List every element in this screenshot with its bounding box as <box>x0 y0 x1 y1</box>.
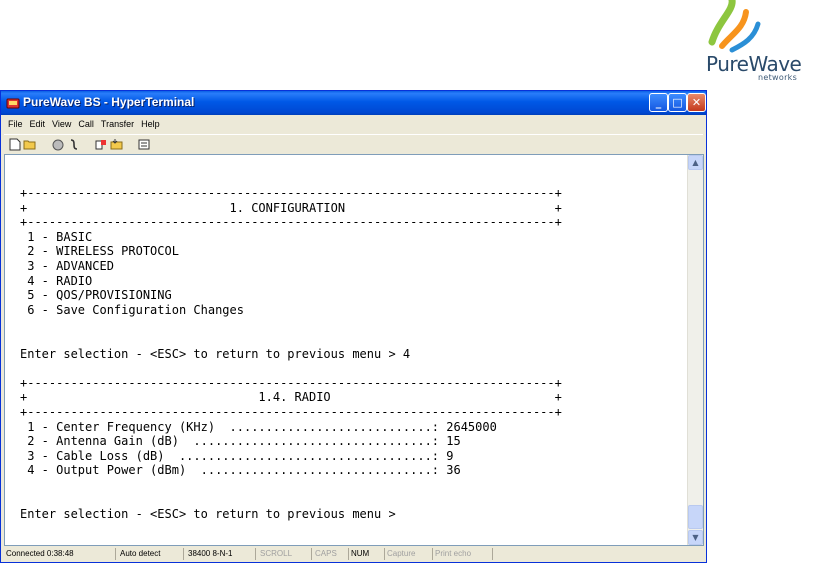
terminal-output: +---------------------------------------… <box>20 186 562 522</box>
maximize-button[interactable]: □ <box>668 93 687 112</box>
disconnect-icon[interactable] <box>67 138 81 151</box>
status-caps: CAPS <box>313 548 349 560</box>
status-scroll: SCROLL <box>258 548 312 560</box>
window-title: PureWave BS - HyperTerminal <box>23 95 195 109</box>
status-bar: Connected 0:38:48 Auto detect 38400 8-N-… <box>4 546 703 561</box>
new-connection-icon[interactable] <box>8 138 22 151</box>
title-bar[interactable]: PureWave BS - HyperTerminal _ □ ✕ <box>1 91 706 115</box>
connect-icon[interactable] <box>51 138 65 151</box>
radio-setting: 4 - Output Power (dBm) .................… <box>20 463 461 478</box>
purewave-logo: PureWave networks <box>698 0 813 90</box>
terminal-frame: +---------------------------------------… <box>4 154 704 546</box>
status-num: NUM <box>349 548 385 560</box>
hyperterminal-app-icon[interactable] <box>6 96 20 110</box>
terminal-line: +---------------------------------------… <box>20 186 562 200</box>
terminal-line: + 1. CONFIGURATION + <box>20 200 562 215</box>
menu-file[interactable]: File <box>4 115 26 129</box>
terminal-line: +---------------------------------------… <box>20 404 562 419</box>
menu-call[interactable]: Call <box>74 115 97 129</box>
menu-option: 2 - WIRELESS PROTOCOL <box>20 244 179 259</box>
open-icon[interactable] <box>23 138 37 151</box>
menu-view[interactable]: View <box>48 115 74 129</box>
status-port-settings: 38400 8-N-1 <box>186 548 256 560</box>
terminal-line: + 1.4. RADIO + <box>20 390 562 405</box>
logo-subtitle: networks <box>758 73 798 82</box>
menu-option: 4 - RADIO <box>20 273 93 288</box>
terminal-line: +---------------------------------------… <box>20 375 562 390</box>
logo-swoosh-icon <box>708 0 761 53</box>
close-button[interactable]: ✕ <box>687 93 706 112</box>
status-print-echo: Print echo <box>433 548 493 560</box>
scroll-thumb[interactable] <box>688 505 703 529</box>
menu-transfer[interactable]: Transfer <box>97 115 137 129</box>
menu-edit[interactable]: Edit <box>26 115 49 129</box>
scroll-up-icon[interactable]: ▲ <box>688 155 703 170</box>
terminal-screen[interactable]: +---------------------------------------… <box>5 155 689 545</box>
properties-icon[interactable] <box>138 138 152 151</box>
status-connected: Connected 0:38:48 <box>4 548 116 560</box>
menu-bar: File Edit View Call Transfer Help <box>4 115 703 133</box>
toolbar <box>4 134 703 155</box>
menu-option: 5 - QOS/PROVISIONING <box>20 288 172 303</box>
menu-help[interactable]: Help <box>137 115 163 129</box>
radio-setting: 1 - Center Frequency (KHz) .............… <box>20 419 497 434</box>
status-capture: Capture <box>385 548 433 560</box>
vertical-scrollbar[interactable]: ▲ ▼ <box>687 155 703 545</box>
terminal-line: +---------------------------------------… <box>20 215 562 230</box>
radio-setting: 3 - Cable Loss (dB) ....................… <box>20 448 454 463</box>
scroll-down-icon[interactable]: ▼ <box>688 530 703 545</box>
status-auto-detect: Auto detect <box>118 548 184 560</box>
send-icon[interactable] <box>94 138 108 151</box>
menu-option: 3 - ADVANCED <box>20 258 114 273</box>
menu-option: 1 - BASIC <box>20 229 93 244</box>
receive-icon[interactable] <box>110 138 124 151</box>
selection-prompt: Enter selection - <ESC> to return to pre… <box>20 346 411 361</box>
minimize-button[interactable]: _ <box>649 93 668 112</box>
hyperterminal-window: PureWave BS - HyperTerminal _ □ ✕ File Ed… <box>0 90 707 563</box>
menu-option: 6 - Save Configuration Changes <box>20 302 244 317</box>
radio-setting: 2 - Antenna Gain (dB) ..................… <box>20 434 461 449</box>
selection-prompt: Enter selection - <ESC> to return to pre… <box>20 507 396 522</box>
